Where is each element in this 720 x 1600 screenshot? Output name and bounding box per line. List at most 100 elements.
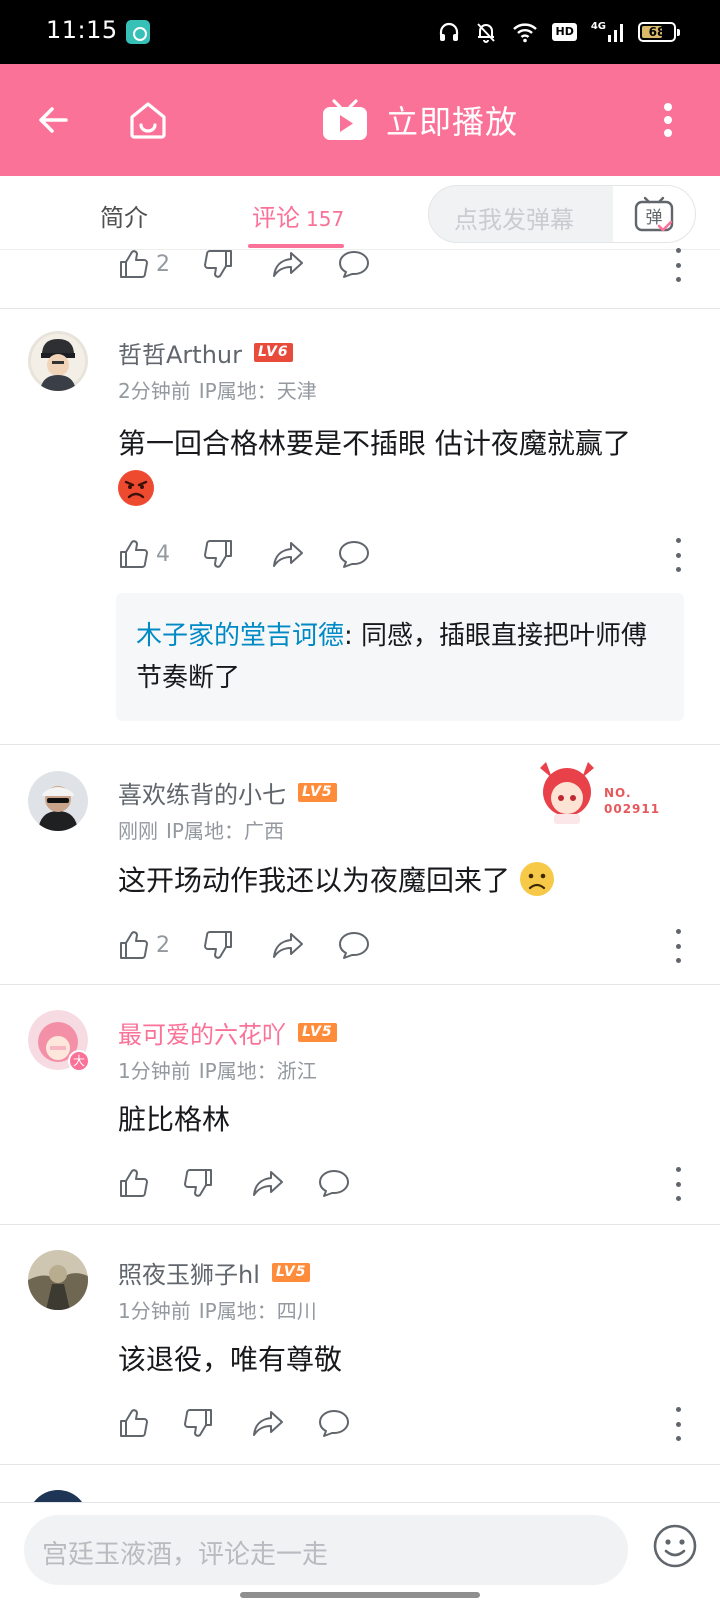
home-face-icon bbox=[130, 102, 166, 139]
comment-actions: 4 bbox=[118, 534, 370, 574]
comment-text: 第一回合格林要是不插眼 估计夜魔就赢了 bbox=[118, 421, 678, 513]
divider bbox=[0, 984, 720, 985]
battery-level: 68 bbox=[648, 25, 666, 39]
reply-preview[interactable]: 木子家的堂吉诃德: 同感，插眼直接把叶师傅节奏断了 bbox=[116, 593, 684, 721]
share-icon bbox=[273, 252, 303, 277]
share-button[interactable] bbox=[272, 539, 304, 569]
like-button[interactable]: 2 bbox=[118, 930, 170, 960]
level-badge: LV6 bbox=[253, 343, 293, 362]
comment-ip: IP属地：浙江 bbox=[198, 1059, 317, 1083]
reply-button[interactable] bbox=[338, 930, 370, 960]
divider bbox=[0, 744, 720, 745]
emoji-button[interactable] bbox=[652, 1523, 698, 1569]
share-icon bbox=[273, 933, 303, 958]
comment-bubble-icon bbox=[319, 1170, 349, 1197]
comment-more-button[interactable] bbox=[666, 1167, 690, 1201]
thumb-down-icon bbox=[184, 1169, 212, 1197]
share-button[interactable] bbox=[252, 1168, 284, 1198]
reply-button[interactable] bbox=[318, 1408, 350, 1438]
dislike-button[interactable] bbox=[204, 249, 234, 279]
fan-decoration-character-icon bbox=[540, 762, 594, 824]
like-button[interactable] bbox=[118, 1408, 148, 1438]
app-notification-icon bbox=[126, 20, 150, 44]
dislike-button[interactable] bbox=[204, 930, 234, 960]
comment-text: 脏比格林 bbox=[118, 1097, 678, 1143]
comment-time: 刚刚 bbox=[118, 819, 158, 843]
headphones-icon bbox=[440, 22, 459, 41]
divider bbox=[0, 1464, 720, 1465]
share-button[interactable] bbox=[252, 1408, 284, 1438]
dislike-button[interactable] bbox=[184, 1408, 214, 1438]
share-icon bbox=[253, 1411, 283, 1436]
vip-badge-icon: 大 bbox=[68, 1050, 90, 1072]
comment-more-button[interactable] bbox=[666, 929, 690, 963]
comment-username[interactable]: 最可爱的六花吖 LV5 bbox=[118, 1015, 337, 1050]
share-button[interactable] bbox=[272, 249, 304, 279]
avatar[interactable] bbox=[28, 771, 88, 831]
play-now-label: 立即播放 bbox=[386, 103, 519, 141]
comment-time: 1分钟前 bbox=[118, 1059, 191, 1083]
level-badge: LV5 bbox=[298, 783, 337, 802]
dislike-button[interactable] bbox=[184, 1168, 214, 1198]
comment-more-button[interactable] bbox=[666, 538, 690, 572]
avatar[interactable] bbox=[28, 331, 88, 391]
tab-comments-label: 评论 bbox=[252, 204, 300, 232]
like-button[interactable]: 2 bbox=[118, 249, 170, 279]
arrow-left-icon bbox=[39, 107, 68, 133]
comment-time: 1分钟前 bbox=[118, 1299, 191, 1323]
thumb-down-icon bbox=[184, 1409, 212, 1437]
reply-button[interactable] bbox=[338, 539, 370, 569]
comment-username[interactable]: 照夜玉狮子hl LV5 bbox=[118, 1255, 311, 1290]
thumb-down-icon bbox=[204, 931, 232, 959]
comment-meta: 1分钟前 IP属地：四川 bbox=[118, 1295, 317, 1324]
reply-button[interactable] bbox=[318, 1168, 350, 1198]
comment-text: 这开场动作我还以为夜魔回来了 bbox=[118, 858, 678, 904]
slightly-frowning-face-icon bbox=[519, 861, 555, 897]
comment-meta: 2分钟前 IP属地：天津 bbox=[118, 375, 317, 404]
home-button[interactable] bbox=[120, 92, 176, 148]
more-menu-button[interactable] bbox=[640, 92, 696, 148]
mute-bell-icon bbox=[477, 23, 496, 43]
play-now-button[interactable]: 立即播放 bbox=[322, 92, 518, 148]
share-icon bbox=[253, 1171, 283, 1196]
signal-icon bbox=[608, 24, 623, 42]
hd-badge: HD bbox=[552, 23, 577, 41]
reply-button[interactable] bbox=[338, 249, 370, 279]
comment-input[interactable]: 宫廷玉液酒，评论走一走 bbox=[24, 1515, 628, 1585]
danmaku-toggle-button[interactable]: 弹 bbox=[613, 186, 695, 242]
cell-signal: 4G bbox=[591, 22, 624, 42]
comment-ip: IP属地：广西 bbox=[166, 819, 284, 843]
like-button[interactable] bbox=[118, 1168, 148, 1198]
thumb-up-icon bbox=[120, 250, 148, 278]
like-count: 4 bbox=[156, 541, 170, 567]
comment-meta: 1分钟前 IP属地：浙江 bbox=[118, 1055, 317, 1084]
reply-username[interactable]: 木子家的堂吉诃德 bbox=[136, 621, 344, 651]
comment-bubble-icon bbox=[319, 1410, 349, 1437]
level-badge: LV5 bbox=[298, 1023, 337, 1042]
comment-actions bbox=[118, 1163, 350, 1203]
comment-text-body: 第一回合格林要是不插眼 估计夜魔就赢了 bbox=[118, 427, 631, 460]
home-indicator bbox=[240, 1592, 480, 1598]
tabs-bar: 简介 评论 157 点我发弹幕 弹 bbox=[0, 176, 720, 250]
avatar[interactable]: 大 bbox=[28, 1010, 90, 1072]
comment-more-button[interactable] bbox=[666, 1407, 690, 1441]
danmaku-input[interactable]: 点我发弹幕 弹 bbox=[428, 185, 696, 243]
divider bbox=[0, 1224, 720, 1225]
comment-username[interactable]: 喜欢练背的小七 LV5 bbox=[118, 775, 337, 810]
partial-comment-actions: 2 bbox=[118, 244, 370, 284]
thumb-down-icon bbox=[204, 540, 232, 568]
comment-more-button[interactable] bbox=[666, 248, 690, 282]
danmaku-icon-label: 弹 bbox=[646, 208, 663, 228]
comment-time: 2分钟前 bbox=[118, 379, 191, 403]
avatar[interactable] bbox=[28, 1250, 88, 1310]
tab-intro[interactable]: 简介 bbox=[100, 198, 148, 233]
tv-play-icon bbox=[323, 99, 367, 140]
tab-comments[interactable]: 评论 157 bbox=[252, 198, 344, 233]
username-text: 照夜玉狮子hl bbox=[118, 1261, 260, 1289]
back-button[interactable] bbox=[26, 92, 82, 148]
thumb-up-icon bbox=[120, 931, 148, 959]
dislike-button[interactable] bbox=[204, 539, 234, 569]
comment-username[interactable]: 哲哲Arthur LV6 bbox=[118, 335, 293, 370]
like-button[interactable]: 4 bbox=[118, 539, 170, 569]
share-button[interactable] bbox=[272, 930, 304, 960]
